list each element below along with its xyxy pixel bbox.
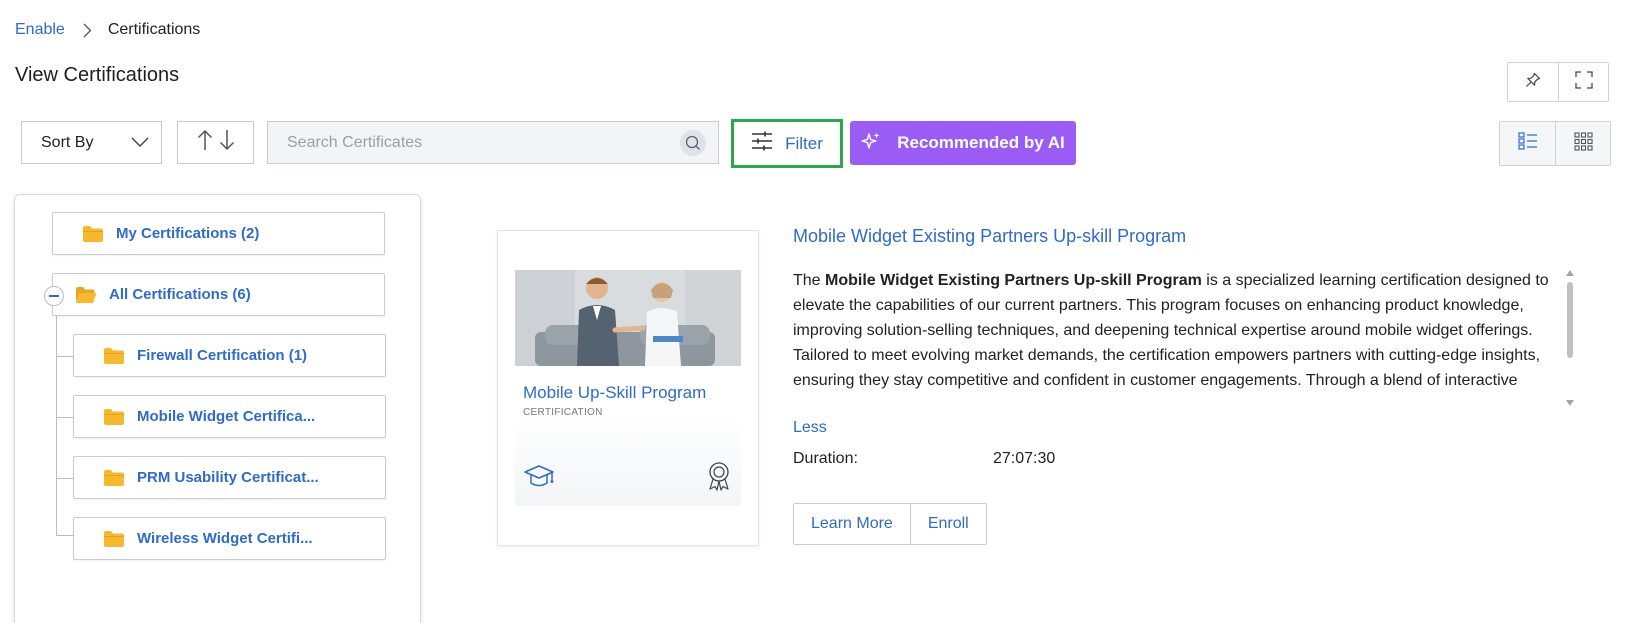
tree-node-firewall-certification[interactable]: Firewall Certification (1) xyxy=(73,334,386,377)
filter-button[interactable]: Filter xyxy=(731,119,843,168)
sort-by-select[interactable]: Sort By xyxy=(21,121,162,164)
scrollbar-thumb[interactable] xyxy=(1567,282,1573,358)
arrow-up-icon xyxy=(197,129,213,156)
scroll-down-icon xyxy=(1566,400,1574,406)
pin-button[interactable] xyxy=(1508,63,1558,101)
description-body: is a specialized learning certification … xyxy=(793,272,1549,389)
folder-icon xyxy=(82,225,104,243)
filter-label: Filter xyxy=(785,133,823,153)
folder-icon xyxy=(103,469,125,487)
card-type: CERTIFICATION xyxy=(523,407,603,418)
list-view-icon xyxy=(1517,132,1538,155)
pin-icon xyxy=(1524,71,1542,94)
scroll-up-icon xyxy=(1566,270,1574,276)
page-tools xyxy=(1507,62,1609,102)
minus-icon xyxy=(49,295,59,297)
grid-view-icon xyxy=(1573,131,1593,156)
breadcrumb-current: Certifications xyxy=(107,21,201,38)
description-scrollbar[interactable] xyxy=(1564,270,1576,406)
detail-title-link[interactable]: Mobile Widget Existing Partners Up-skill… xyxy=(793,226,1583,247)
tree-connector xyxy=(56,356,73,357)
description-prefix: The xyxy=(793,272,826,289)
expand-icon xyxy=(1574,70,1594,95)
tree-node-prm-usability-certification[interactable]: PRM Usability Certificat... xyxy=(73,456,386,499)
card-title: Mobile Up-Skill Program xyxy=(523,383,707,402)
show-less-link[interactable]: Less xyxy=(793,419,827,437)
tree-connector xyxy=(56,417,73,418)
tree-node-mobile-widget-certification[interactable]: Mobile Widget Certifica... xyxy=(73,395,386,438)
certification-tree-panel: My Certifications (2) All Certifications… xyxy=(14,194,421,623)
award-ribbon-icon xyxy=(707,461,731,496)
card-icons xyxy=(523,461,731,496)
enroll-button[interactable]: Enroll xyxy=(909,504,986,544)
tree-connector xyxy=(56,535,73,536)
description-bold: Mobile Widget Existing Partners Up-skill… xyxy=(825,272,1202,289)
collapse-toggle[interactable] xyxy=(44,286,64,306)
action-buttons: Learn More Enroll xyxy=(793,503,987,545)
sliders-icon xyxy=(751,131,773,156)
folder-open-icon xyxy=(75,286,97,304)
chevron-right-icon xyxy=(83,23,92,38)
tree-node-label: Firewall Certification (1) xyxy=(137,347,308,364)
tree-node-wireless-widget-certification[interactable]: Wireless Widget Certifi... xyxy=(73,517,386,560)
fullscreen-button[interactable] xyxy=(1558,63,1608,101)
graduation-cap-icon xyxy=(523,463,555,496)
duration-label: Duration: xyxy=(793,450,858,467)
arrow-down-icon xyxy=(219,129,235,156)
certification-detail: Mobile Widget Existing Partners Up-skill… xyxy=(793,226,1583,545)
folder-icon xyxy=(103,530,125,548)
tree-node-label: All Certifications (6) xyxy=(109,286,251,303)
tree-node-label: Mobile Widget Certifica... xyxy=(137,408,316,425)
sparkles-icon xyxy=(861,131,881,156)
grid-view-button[interactable] xyxy=(1555,122,1610,165)
search-input[interactable] xyxy=(268,122,680,163)
card-body: Mobile Up-Skill Program CERTIFICATION xyxy=(515,270,741,506)
folder-icon xyxy=(103,347,125,365)
learn-more-button[interactable]: Learn More xyxy=(794,504,910,544)
page-title: View Certifications xyxy=(15,64,180,86)
breadcrumb: Enable Certifications xyxy=(15,19,200,41)
list-view-button[interactable] xyxy=(1500,122,1555,165)
toolbar: Sort By Filter Recommended by AI xyxy=(21,119,1611,168)
tree-node-label: My Certifications (2) xyxy=(116,225,260,242)
ai-label: Recommended by AI xyxy=(897,133,1065,152)
description-text: The Mobile Widget Existing Partners Up-s… xyxy=(793,268,1558,396)
sort-by-label: Sort By xyxy=(41,133,94,151)
recommended-by-ai-button[interactable]: Recommended by AI xyxy=(850,121,1076,165)
folder-icon xyxy=(103,408,125,426)
description-container: The Mobile Widget Existing Partners Up-s… xyxy=(793,268,1573,396)
search-box xyxy=(267,121,719,164)
breadcrumb-enable-link[interactable]: Enable xyxy=(15,21,65,39)
tree-connector xyxy=(56,293,57,535)
tree-connector xyxy=(56,478,73,479)
view-toggle xyxy=(1499,121,1611,166)
card-image xyxy=(515,270,741,366)
sort-order-button[interactable] xyxy=(177,121,254,164)
chevron-down-icon xyxy=(131,134,149,152)
search-icon[interactable] xyxy=(680,129,706,156)
tree-node-my-certifications[interactable]: My Certifications (2) xyxy=(52,212,385,255)
tree-node-label: PRM Usability Certificat... xyxy=(137,469,319,486)
tree-node-all-certifications[interactable]: All Certifications (6) xyxy=(52,273,385,316)
certification-card[interactable]: Mobile Up-Skill Program CERTIFICATION xyxy=(497,230,759,546)
tree-node-label: Wireless Widget Certifi... xyxy=(137,530,313,547)
duration-value: 27:07:30 xyxy=(993,450,1056,467)
